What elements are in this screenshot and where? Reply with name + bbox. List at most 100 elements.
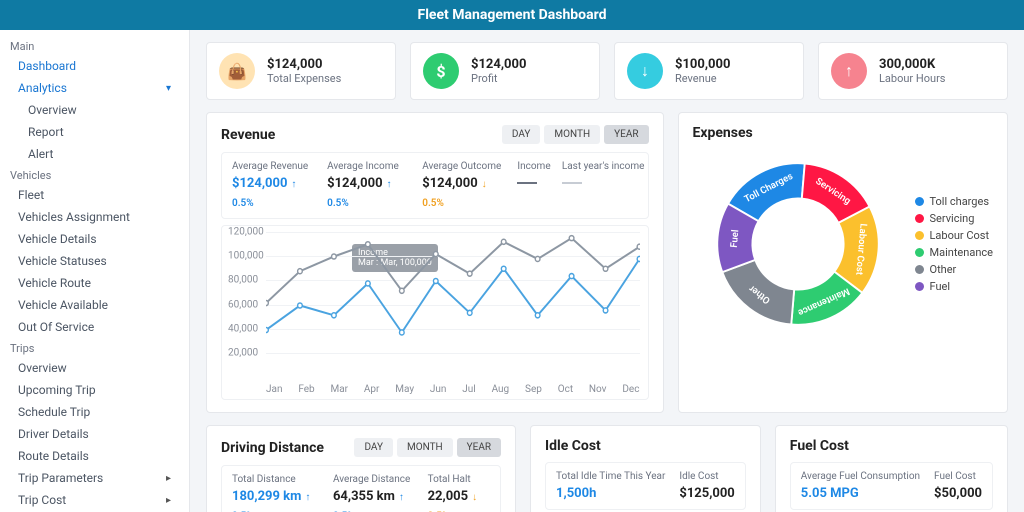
legend-dot-icon xyxy=(915,282,924,291)
driving-range-tabs: DAYMONTHYEAR xyxy=(354,438,501,457)
sidebar-item-label: Trip Parameters xyxy=(18,471,103,485)
expenses-card: Expenses Toll ChargesServicingLabour Cos… xyxy=(678,112,1009,413)
stat-block: Total Idle Time This Year1,500h xyxy=(556,471,665,501)
sidebar-item[interactable]: Route Details xyxy=(0,445,189,467)
sidebar-item[interactable]: Overview xyxy=(0,357,189,379)
sidebar-group-label: Trips xyxy=(0,338,189,357)
legend-dot-icon xyxy=(915,214,924,223)
expenses-title: Expenses xyxy=(693,125,753,141)
legend-dot-icon xyxy=(915,248,924,257)
range-tab[interactable]: MONTH xyxy=(544,125,600,144)
stat-block: Average Outcome$124,000 ↓ 0.5% xyxy=(422,161,503,210)
revenue-chart: Income Mar : Mar, 100,000 120,000100,000… xyxy=(221,225,649,400)
legend-item[interactable]: Labour Cost xyxy=(915,229,994,242)
page-header: Fleet Management Dashboard xyxy=(0,0,1024,30)
legend-dot-icon xyxy=(915,197,924,206)
kpi-card: 👜 $124,000Total Expenses xyxy=(206,42,396,100)
stat-block: Total Distance180,299 km ↑ 0.5% xyxy=(232,474,319,512)
sidebar-item[interactable]: Fleet xyxy=(0,184,189,206)
sidebar-item[interactable]: Vehicles Assignment xyxy=(0,206,189,228)
dollar-icon: $ xyxy=(423,53,459,89)
idle-stats: Total Idle Time This Year1,500h Idle Cost… xyxy=(545,462,746,510)
kpi-value: $100,000 xyxy=(675,57,730,72)
sidebar-item-label: Report xyxy=(28,125,64,139)
stat-block: Fuel Cost$50,000 xyxy=(934,471,982,501)
kpi-card: $ $124,000Profit xyxy=(410,42,600,100)
stat-block: Total Halt22,005 ↓ 0.5% xyxy=(428,474,490,512)
range-tab[interactable]: MONTH xyxy=(397,438,453,457)
sidebar-item[interactable]: Overview xyxy=(0,99,189,121)
sidebar-item-label: Vehicle Available xyxy=(18,298,108,312)
sidebar-item[interactable]: Schedule Trip xyxy=(0,401,189,423)
revenue-title: Revenue xyxy=(221,127,275,143)
legend-item[interactable]: Toll charges xyxy=(915,195,994,208)
legend-dot-icon xyxy=(915,231,924,240)
main-content: 👜$124,000Total Expenses$$124,000Profit↓$… xyxy=(190,30,1024,512)
sidebar-item[interactable]: Report xyxy=(0,121,189,143)
sidebar-item-label: Fleet xyxy=(18,188,44,202)
sidebar-item-label: Vehicle Statuses xyxy=(18,254,107,268)
sidebar-item-label: Analytics xyxy=(18,81,67,95)
stat-block: Last year's income xyxy=(562,161,638,191)
sidebar-item[interactable]: Alert xyxy=(0,143,189,165)
fuel-title: Fuel Cost xyxy=(790,438,849,454)
sidebar-item[interactable]: Trip Cost▸ xyxy=(0,489,189,511)
legend-item[interactable]: Other xyxy=(915,263,994,276)
kpi-card: ↑ 300,000KLabour Hours xyxy=(818,42,1008,100)
driving-card: Driving Distance DAYMONTHYEAR Total Dist… xyxy=(206,425,516,512)
sidebar-item-label: Overview xyxy=(18,361,67,375)
range-tab[interactable]: DAY xyxy=(502,125,541,144)
stat-block: Average Revenue$124,000 ↑ 0.5% xyxy=(232,161,313,210)
svg-text:Fuel: Fuel xyxy=(728,229,740,248)
sidebar: MainDashboardAnalytics▾ Overview Report Ale… xyxy=(0,30,190,512)
stat-block: Average Fuel Consumption5.05 MPG xyxy=(801,471,920,501)
sidebar-item-label: Vehicles Assignment xyxy=(18,210,130,224)
idle-card: Idle Cost Total Idle Time This Year1,500… xyxy=(530,425,761,512)
sidebar-item[interactable]: Vehicle Statuses xyxy=(0,250,189,272)
range-tab[interactable]: DAY xyxy=(354,438,393,457)
sidebar-item-label: Schedule Trip xyxy=(18,405,90,419)
sidebar-item-label: Overview xyxy=(28,103,77,117)
kpi-label: Labour Hours xyxy=(879,72,945,85)
legend-dot-icon xyxy=(915,265,924,274)
kpi-label: Total Expenses xyxy=(267,72,341,85)
kpi-value: $124,000 xyxy=(267,57,341,72)
sidebar-item-label: Vehicle Route xyxy=(18,276,91,290)
kpi-value: 300,000K xyxy=(879,57,945,72)
sidebar-item[interactable]: Trip Parameters▸ xyxy=(0,467,189,489)
sidebar-item[interactable]: Vehicle Details xyxy=(0,228,189,250)
sidebar-item[interactable]: Upcoming Trip xyxy=(0,379,189,401)
legend-item[interactable]: Servicing xyxy=(915,212,994,225)
arrow-up-icon: ↑ xyxy=(831,53,867,89)
sidebar-item-label: Route Details xyxy=(18,449,89,463)
kpi-card: ↓$100,000Revenue xyxy=(614,42,804,100)
stat-block: Idle Cost$125,000 xyxy=(679,471,734,501)
sidebar-item-label: Upcoming Trip xyxy=(18,383,96,397)
sidebar-item[interactable]: Vehicle Available xyxy=(0,294,189,316)
kpi-label: Revenue xyxy=(675,72,730,85)
kpi-row: 👜$124,000Total Expenses$$124,000Profit↓$… xyxy=(206,42,1008,100)
sidebar-item[interactable]: Vehicle Route xyxy=(0,272,189,294)
briefcase-icon: 👜 xyxy=(219,53,255,89)
kpi-label: Profit xyxy=(471,72,526,85)
legend-item[interactable]: Maintenance xyxy=(915,246,994,259)
idle-title: Idle Cost xyxy=(545,438,601,454)
range-tab[interactable]: YEAR xyxy=(604,125,648,144)
chevron-right-icon: ▸ xyxy=(166,495,171,506)
stat-block: Income xyxy=(517,161,547,191)
sidebar-item-label: Vehicle Details xyxy=(18,232,97,246)
sidebar-group-label: Main xyxy=(0,36,189,55)
sidebar-item[interactable]: Driver Details xyxy=(0,423,189,445)
legend-item[interactable]: Fuel xyxy=(915,280,994,293)
sidebar-item-label: Out Of Service xyxy=(18,320,94,334)
driving-title: Driving Distance xyxy=(221,440,324,456)
stat-block: Average Income$124,000 ↑ 0.5% xyxy=(327,161,408,210)
sidebar-item[interactable]: Out Of Service xyxy=(0,316,189,338)
expenses-donut: Toll ChargesServicingLabour CostMaintena… xyxy=(693,149,903,339)
range-tab[interactable]: YEAR xyxy=(457,438,501,457)
kpi-value: $124,000 xyxy=(471,57,526,72)
revenue-range-tabs: DAYMONTHYEAR xyxy=(502,125,649,144)
sidebar-item[interactable]: Dashboard xyxy=(0,55,189,77)
sidebar-item[interactable]: Analytics▾ xyxy=(0,77,189,99)
expenses-legend: Toll charges Servicing Labour Cost Maintena… xyxy=(915,191,994,297)
